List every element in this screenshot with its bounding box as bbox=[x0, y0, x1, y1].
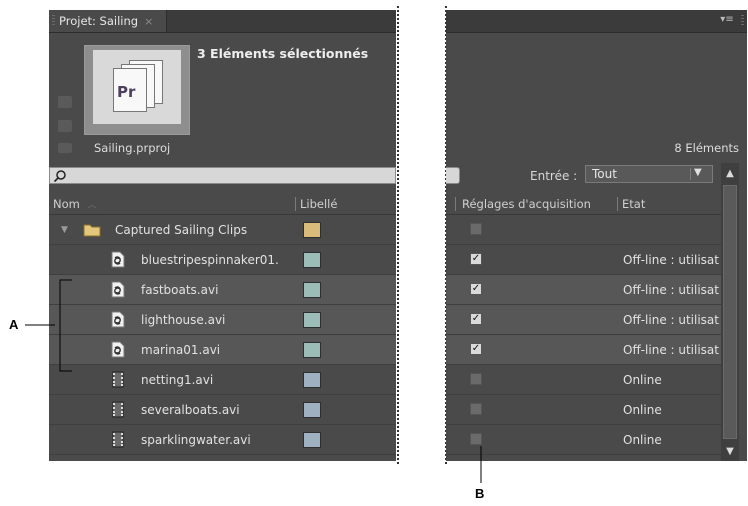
callout-lines bbox=[25, 279, 482, 483]
callout-a: A bbox=[9, 317, 19, 332]
callout-b: B bbox=[475, 486, 485, 501]
